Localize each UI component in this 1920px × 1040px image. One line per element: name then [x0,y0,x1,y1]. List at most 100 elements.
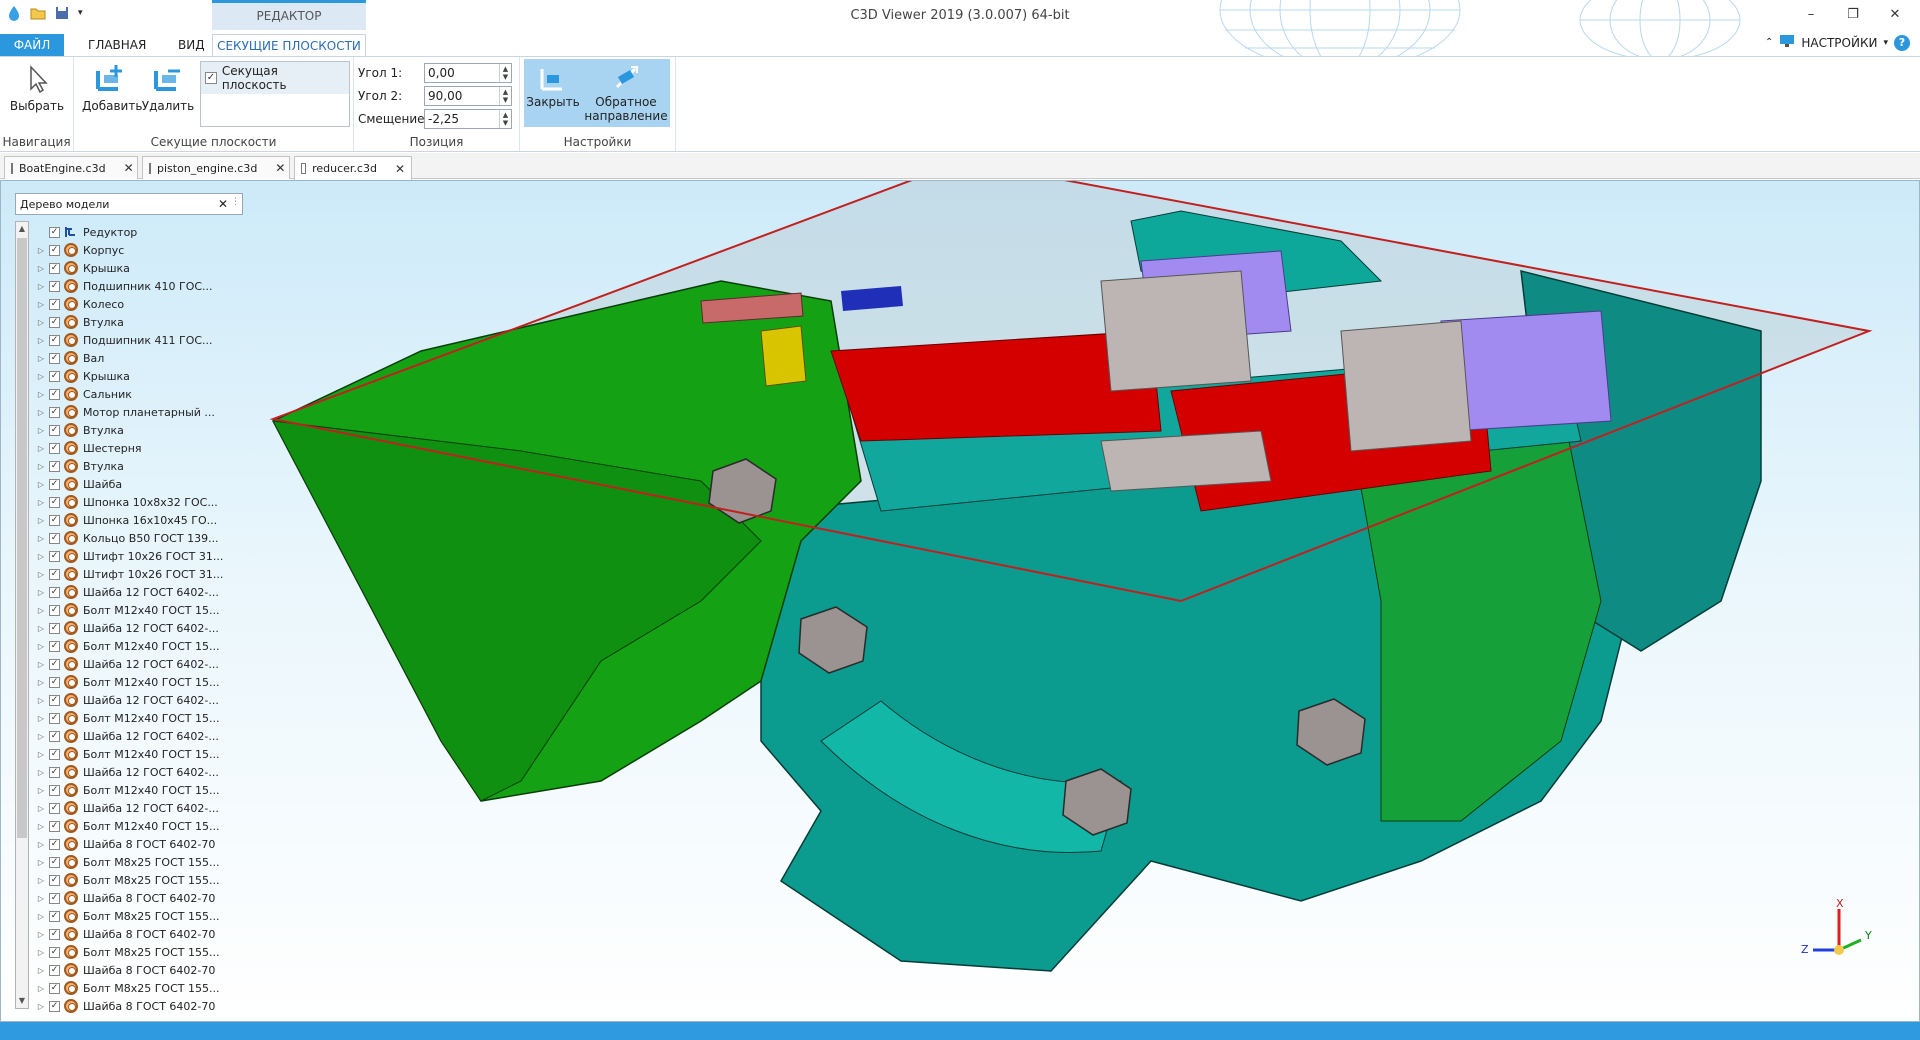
tree-item[interactable]: ▷ ✓ Шайба 12 ГОСТ 6402-... [35,727,245,745]
tree-item[interactable]: ▷ ✓ Штифт 10x26 ГОСТ 31... [35,547,245,565]
expand-arrow-icon[interactable]: ▷ [35,318,47,327]
close-tab-icon[interactable]: ✕ [395,162,405,176]
tree-item[interactable]: ▷ ✓ Болт M8x25 ГОСТ 155... [35,943,245,961]
tree-item[interactable]: ▷ ✓ Болт M8x25 ГОСТ 155... [35,853,245,871]
collapse-ribbon-icon[interactable]: ⌃ [1765,37,1773,48]
tree-checkbox[interactable]: ✓ [49,262,60,274]
expand-arrow-icon[interactable]: ▷ [35,390,47,399]
tree-item[interactable]: ▷ ✓ Шайба 12 ГОСТ 6402-... [35,691,245,709]
tree-item[interactable]: ▷ ✓ Крышка [35,259,245,277]
delete-section-button[interactable]: Удалить [140,61,196,113]
tree-checkbox[interactable]: ✓ [49,244,60,256]
tree-item[interactable]: ▷ ✓ Болт M8x25 ГОСТ 155... [35,907,245,925]
tree-item[interactable]: ▷ ✓ Втулка [35,457,245,475]
tree-item[interactable]: ▷ ✓ Шпонка 10x8x32 ГОС... [35,493,245,511]
section-planes-list[interactable]: ✓ Секущая плоскость [200,61,350,127]
expand-arrow-icon[interactable]: ▷ [35,678,47,687]
tree-checkbox[interactable]: ✓ [49,532,60,544]
tree-checkbox[interactable]: ✓ [49,604,60,616]
expand-arrow-icon[interactable]: ▷ [35,696,47,705]
section-plane-checkbox[interactable]: ✓ [205,72,217,84]
tree-checkbox[interactable]: ✓ [49,370,60,382]
expand-arrow-icon[interactable]: ▷ [35,426,47,435]
tree-checkbox[interactable]: ✓ [49,784,60,796]
reverse-direction-button[interactable]: Обратное направление [582,59,670,127]
expand-arrow-icon[interactable]: ▷ [35,624,47,633]
angle1-spin-arrows[interactable]: ▲ ▼ [499,64,511,82]
tree-item[interactable]: ▷ ✓ Болт M8x25 ГОСТ 155... [35,979,245,997]
tree-item[interactable]: ▷ ✓ Шайба 12 ГОСТ 6402-... [35,763,245,781]
expand-arrow-icon[interactable]: ▷ [35,480,47,489]
expand-arrow-icon[interactable]: ▷ [35,750,47,759]
expand-arrow-icon[interactable]: ▷ [35,768,47,777]
expand-arrow-icon[interactable]: ▷ [35,894,47,903]
tree-checkbox[interactable]: ✓ [49,586,60,598]
tree-checkbox[interactable]: ✓ [49,712,60,724]
expand-arrow-icon[interactable]: ▷ [35,570,47,579]
tree-checkbox[interactable]: ✓ [49,442,60,454]
expand-arrow-icon[interactable]: ▷ [35,840,47,849]
tree-item[interactable]: ▷ ✓ Шайба 12 ГОСТ 6402-... [35,619,245,637]
close-tab-icon[interactable]: ✕ [275,161,285,175]
tree-item[interactable]: ▷ ✓ Шайба 12 ГОСТ 6402-... [35,655,245,673]
tab-section-planes[interactable]: СЕКУЩИЕ ПЛОСКОСТИ [212,34,366,56]
expand-arrow-icon[interactable]: ▷ [35,966,47,975]
tree-item[interactable]: ▷ ✓ Шайба 8 ГОСТ 6402-70 [35,961,245,979]
tree-checkbox[interactable]: ✓ [49,982,60,994]
scroll-thumb[interactable] [17,238,27,838]
tree-checkbox[interactable]: ✓ [49,280,60,292]
tab-view[interactable]: ВИД [164,34,219,56]
tree-checkbox[interactable]: ✓ [49,622,60,634]
3d-viewport[interactable]: Дерево модели ✕ ⋮ ▲ ▼ ✓ Редуктор ▷ ✓ Корпу… [0,180,1920,1022]
expand-arrow-icon[interactable]: ▷ [35,606,47,615]
tree-item[interactable]: ▷ ✓ Болт M12x40 ГОСТ 15... [35,637,245,655]
tree-checkbox[interactable]: ✓ [49,1000,60,1012]
tree-checkbox[interactable]: ✓ [49,298,60,310]
tree-checkbox[interactable]: ✓ [49,478,60,490]
tree-item[interactable]: ▷ ✓ Болт M12x40 ГОСТ 15... [35,709,245,727]
minimize-button[interactable]: – [1790,2,1832,26]
close-window-button[interactable]: ✕ [1874,2,1916,26]
expand-arrow-icon[interactable]: ▷ [35,282,47,291]
select-button[interactable]: Выбрать [9,61,65,113]
tree-checkbox[interactable]: ✓ [49,910,60,922]
tree-item[interactable]: ▷ ✓ Шайба [35,475,245,493]
offset-value[interactable]: -2,25 [425,110,499,128]
scroll-down-icon[interactable]: ▼ [16,994,28,1008]
tree-item[interactable]: ▷ ✓ Подшипник 411 ГОС... [35,331,245,349]
maximize-button[interactable]: ❐ [1832,2,1874,26]
expand-arrow-icon[interactable]: ▷ [35,786,47,795]
close-tree-icon[interactable]: ✕ [218,197,228,211]
angle1-value[interactable]: 0,00 [425,64,499,82]
tree-root-node[interactable]: ✓ Редуктор [35,223,245,241]
offset-stepper[interactable]: -2,25 ▲ ▼ [424,109,512,129]
expand-arrow-icon[interactable]: ▷ [35,588,47,597]
tab-file[interactable]: ФАЙЛ [0,34,64,56]
tree-checkbox[interactable]: ✓ [49,550,60,562]
expand-arrow-icon[interactable]: ▷ [35,246,47,255]
tree-checkbox[interactable]: ✓ [49,676,60,688]
expand-arrow-icon[interactable]: ▷ [35,714,47,723]
expand-arrow-icon[interactable]: ▷ [35,300,47,309]
tree-checkbox[interactable]: ✓ [49,892,60,904]
tree-checkbox[interactable]: ✓ [49,226,60,238]
expand-arrow-icon[interactable]: ▷ [35,552,47,561]
expand-arrow-icon[interactable]: ▷ [35,732,47,741]
tree-checkbox[interactable]: ✓ [49,694,60,706]
tree-checkbox[interactable]: ✓ [49,514,60,526]
tree-item[interactable]: ▷ ✓ Болт M12x40 ГОСТ 15... [35,781,245,799]
expand-arrow-icon[interactable]: ▷ [35,1002,47,1011]
tree-checkbox[interactable]: ✓ [49,802,60,814]
expand-arrow-icon[interactable]: ▷ [35,516,47,525]
tree-item[interactable]: ▷ ✓ Болт M12x40 ГОСТ 15... [35,817,245,835]
help-icon[interactable]: ? [1894,34,1910,51]
tree-checkbox[interactable]: ✓ [49,334,60,346]
tree-checkbox[interactable]: ✓ [49,568,60,580]
expand-arrow-icon[interactable]: ▷ [35,858,47,867]
tree-item[interactable]: ▷ ✓ Шестерня [35,439,245,457]
tree-checkbox[interactable]: ✓ [49,946,60,958]
list-item[interactable]: ✓ Секущая плоскость [201,62,349,94]
angle2-spin-arrows[interactable]: ▲ ▼ [499,87,511,105]
expand-arrow-icon[interactable]: ▷ [35,462,47,471]
tree-checkbox[interactable]: ✓ [49,424,60,436]
